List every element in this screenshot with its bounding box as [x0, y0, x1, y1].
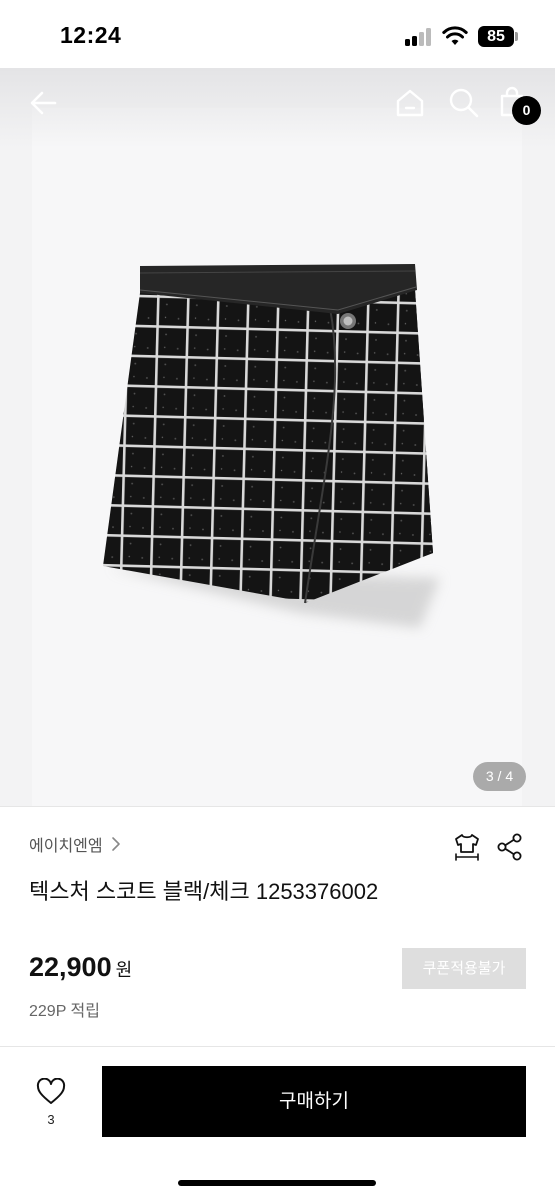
cellular-signal-icon [405, 28, 433, 46]
image-page-indicator: 3 / 4 [473, 762, 526, 791]
cart-count-badge[interactable]: 0 [512, 96, 541, 125]
battery-tip [515, 32, 518, 41]
brand-name[interactable]: 에이치엔엠 [29, 832, 103, 856]
status-bar: 12:24 85 [0, 0, 555, 68]
wifi-icon [442, 26, 468, 45]
like-button[interactable]: 3 [30, 1078, 72, 1130]
like-count: 3 [47, 1112, 55, 1127]
product-image-gallery[interactable] [0, 68, 555, 806]
divider [0, 1046, 555, 1047]
reward-points: 229P 적립 [29, 1003, 100, 1020]
coupon-unavailable-button: 쿠폰적용불가 [402, 948, 526, 989]
buy-button[interactable]: 구매하기 [102, 1066, 526, 1137]
back-arrow-icon[interactable] [28, 88, 58, 118]
share-icon[interactable] [496, 833, 524, 861]
price-unit: 원 [115, 960, 133, 980]
search-icon[interactable] [448, 87, 480, 119]
product-title: 텍스처 스코트 블랙/체크 1253376002 [29, 879, 379, 904]
divider [0, 806, 555, 807]
chevron-right-icon [111, 837, 120, 851]
home-indicator [178, 1180, 376, 1186]
brand-link[interactable]: 에이치엔엠 [29, 832, 121, 856]
home-icon[interactable] [394, 87, 426, 119]
price-value: 22,900 [29, 952, 112, 982]
size-guide-shirt-icon[interactable] [452, 832, 482, 862]
battery-icon: 85 [478, 26, 514, 47]
price: 22,900 원 [29, 952, 132, 983]
status-time: 12:24 [60, 22, 122, 48]
product-image[interactable] [0, 68, 555, 806]
heart-icon[interactable] [36, 1078, 66, 1105]
